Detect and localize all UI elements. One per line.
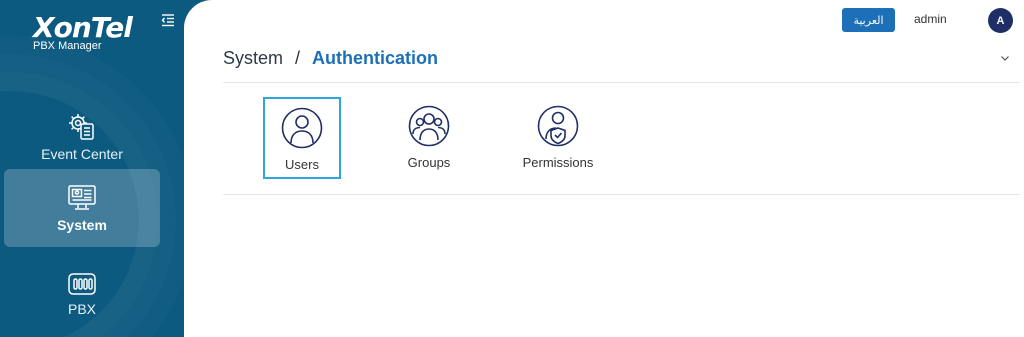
collapse-menu-icon[interactable] bbox=[160, 12, 176, 28]
username-label[interactable]: admin bbox=[914, 12, 947, 26]
tile-permissions[interactable]: Permissions bbox=[519, 97, 597, 179]
logo-brand: XonTel bbox=[33, 11, 133, 44]
tile-label: Groups bbox=[407, 155, 451, 170]
page-title: Authentication bbox=[312, 48, 439, 68]
divider bbox=[223, 194, 1020, 195]
sidebar-item-label: System bbox=[57, 217, 107, 233]
tile-groups[interactable]: Groups bbox=[390, 97, 468, 179]
sidebar-item-system[interactable]: System bbox=[4, 169, 160, 247]
language-toggle-button[interactable]: العربية bbox=[842, 8, 895, 32]
chevron-down-icon[interactable] bbox=[999, 52, 1011, 64]
system-monitor-icon bbox=[68, 185, 96, 210]
brand-logo: XonTel PBX Manager bbox=[33, 11, 133, 53]
divider bbox=[223, 82, 1020, 83]
tile-users[interactable]: Users bbox=[263, 97, 341, 179]
sidebar: XonTel PBX Manager Event Center System P… bbox=[0, 0, 184, 337]
tile-label: Users bbox=[285, 157, 319, 172]
sidebar-item-label: Event Center bbox=[41, 146, 123, 162]
breadcrumb-separator: / bbox=[295, 48, 301, 68]
breadcrumb: System / Authentication bbox=[223, 48, 438, 69]
group-icon bbox=[408, 105, 450, 147]
event-center-gear-icon bbox=[69, 114, 94, 140]
user-shield-icon bbox=[537, 105, 579, 147]
sidebar-item-event-center[interactable]: Event Center bbox=[4, 98, 160, 176]
pbx-device-icon bbox=[68, 273, 96, 295]
tile-label: Permissions bbox=[522, 155, 594, 170]
sidebar-item-label: PBX bbox=[67, 301, 96, 317]
sidebar-item-pbx[interactable]: PBX bbox=[4, 264, 160, 324]
user-icon bbox=[281, 107, 323, 149]
breadcrumb-parent[interactable]: System bbox=[223, 48, 283, 69]
avatar[interactable]: A bbox=[988, 8, 1013, 33]
